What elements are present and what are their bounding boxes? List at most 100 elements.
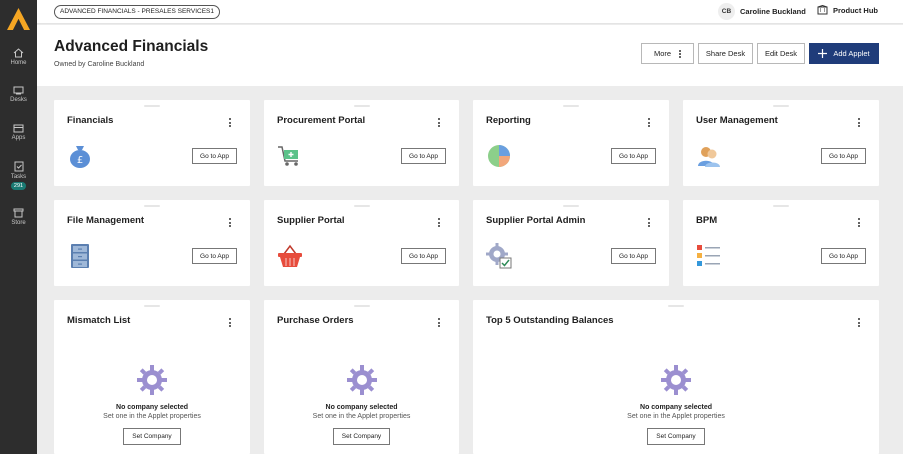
kebab-icon[interactable]: [648, 218, 650, 229]
pie-chart-icon: [488, 145, 510, 167]
kebab-icon[interactable]: [858, 118, 860, 129]
product-hub-button[interactable]: Product Hub: [817, 5, 878, 15]
nav-store[interactable]: Store: [0, 208, 37, 226]
applet-bpm: BPM Go to App: [683, 200, 879, 286]
go-to-app-button[interactable]: Go to App: [192, 148, 237, 164]
nav-home-label: Home: [10, 60, 27, 66]
no-company-hint: Set one in the Applet properties: [103, 413, 201, 420]
gear-check-icon: [486, 243, 512, 269]
avatar: CB: [718, 3, 735, 20]
empty-state: No company selected Set one in the Apple…: [473, 364, 879, 445]
kebab-icon[interactable]: [858, 318, 860, 329]
applet-title: Mismatch List: [67, 315, 131, 326]
drag-handle[interactable]: [144, 205, 160, 207]
go-to-app-button[interactable]: Go to App: [401, 248, 446, 264]
drag-handle[interactable]: [563, 105, 579, 107]
edit-desk-button[interactable]: Edit Desk: [757, 43, 805, 64]
user-menu[interactable]: CB Caroline Buckland: [718, 3, 806, 20]
applet-title: Financials: [67, 115, 114, 126]
kebab-icon[interactable]: [229, 318, 231, 329]
add-applet-label: Add Applet: [833, 49, 870, 58]
set-company-button[interactable]: Set Company: [332, 428, 391, 445]
kebab-icon[interactable]: [648, 118, 650, 129]
applet-title: Supplier Portal: [277, 215, 345, 226]
set-company-button[interactable]: Set Company: [647, 428, 705, 445]
desk-breadcrumb[interactable]: ADVANCED FINANCIALS - PRESALES SERVICES1: [54, 5, 221, 19]
product-hub-label: Product Hub: [833, 5, 878, 15]
nav-store-label: Store: [11, 220, 26, 226]
shopping-cart-icon: [278, 146, 298, 166]
owner-text: Owned by Caroline Buckland: [54, 61, 145, 68]
no-company-heading: No company selected: [640, 404, 712, 411]
gear-icon: [137, 365, 167, 395]
applet-title: User Management: [696, 115, 778, 126]
tasks-icon: [14, 161, 23, 172]
empty-state: No company selected Set one in the Apple…: [264, 364, 459, 445]
more-label: More: [653, 49, 672, 58]
go-to-app-button[interactable]: Go to App: [611, 248, 656, 264]
nav-home[interactable]: Home: [0, 48, 37, 66]
nav-tasks-label: Tasks: [10, 174, 27, 180]
page-title: Advanced Financials: [54, 38, 209, 55]
nav-apps[interactable]: Apps: [0, 124, 37, 141]
applet-mismatch-list: Mismatch List No company selected Set on…: [54, 300, 250, 454]
applet-title: Top 5 Outstanding Balances: [486, 315, 614, 326]
go-to-app-button[interactable]: Go to App: [401, 148, 446, 164]
kebab-icon[interactable]: [438, 118, 440, 129]
left-nav-rail: Home Desks Apps Tasks 291 Store: [0, 0, 37, 454]
no-company-hint: Set one in the Applet properties: [627, 413, 725, 420]
tasks-count-badge: 291: [10, 182, 27, 190]
drag-handle[interactable]: [773, 205, 789, 207]
go-to-app-button[interactable]: Go to App: [821, 248, 866, 264]
kebab-icon[interactable]: [438, 318, 440, 329]
plus-icon: [818, 49, 828, 58]
go-to-app-button[interactable]: Go to App: [611, 148, 656, 164]
nav-apps-label: Apps: [11, 135, 26, 141]
applet-title: Purchase Orders: [277, 315, 354, 326]
no-company-heading: No company selected: [116, 404, 188, 411]
drag-handle[interactable]: [668, 305, 684, 307]
drag-handle[interactable]: [144, 105, 160, 107]
kebab-icon[interactable]: [858, 218, 860, 229]
checklist-icon: [697, 245, 720, 266]
gear-icon: [661, 365, 691, 395]
drag-handle[interactable]: [773, 105, 789, 107]
empty-state: No company selected Set one in the Apple…: [54, 364, 250, 445]
set-company-button[interactable]: Set Company: [123, 428, 181, 445]
money-bag-icon: £: [70, 146, 90, 168]
drag-handle[interactable]: [144, 305, 160, 307]
drag-handle[interactable]: [353, 305, 370, 307]
kebab-icon[interactable]: [229, 218, 231, 229]
app-logo-icon[interactable]: [6, 7, 31, 31]
drag-handle[interactable]: [353, 205, 370, 207]
applet-title: Reporting: [486, 115, 531, 126]
more-button[interactable]: More: [641, 43, 694, 64]
store-icon: [13, 208, 24, 218]
applet-supplier-portal-admin: Supplier Portal Admin Go to App: [473, 200, 669, 286]
apps-icon: [13, 124, 24, 133]
drag-handle[interactable]: [353, 105, 370, 107]
nav-tasks[interactable]: Tasks 291: [0, 161, 37, 190]
nav-desks[interactable]: Desks: [0, 86, 37, 103]
applet-purchase-orders: Purchase Orders No company selected Set …: [264, 300, 459, 454]
applet-title: File Management: [67, 215, 145, 226]
kebab-icon[interactable]: [229, 118, 231, 129]
applet-title: Procurement Portal: [277, 115, 366, 126]
applet-file-management: File Management Go to App: [54, 200, 250, 286]
svg-text:£: £: [77, 155, 83, 166]
go-to-app-button[interactable]: Go to App: [821, 148, 866, 164]
top-bar: ADVANCED FINANCIALS - PRESALES SERVICES1…: [37, 0, 903, 24]
home-icon: [13, 48, 24, 58]
desk-header: Advanced Financials Owned by Caroline Bu…: [37, 25, 903, 86]
add-applet-button[interactable]: Add Applet: [809, 43, 879, 64]
go-to-app-button[interactable]: Go to App: [192, 248, 237, 264]
applet-top-5-outstanding-balances: Top 5 Outstanding Balances No company se…: [473, 300, 879, 454]
kebab-icon[interactable]: [438, 218, 440, 229]
applet-financials: Financials £ Go to App: [54, 100, 250, 186]
no-company-hint: Set one in the Applet properties: [312, 413, 411, 420]
applet-user-management: User Management Go to App: [683, 100, 879, 186]
share-desk-button[interactable]: Share Desk: [698, 43, 753, 64]
drag-handle[interactable]: [563, 205, 579, 207]
applet-title: Supplier Portal Admin: [486, 215, 586, 226]
building-icon: [817, 5, 828, 15]
